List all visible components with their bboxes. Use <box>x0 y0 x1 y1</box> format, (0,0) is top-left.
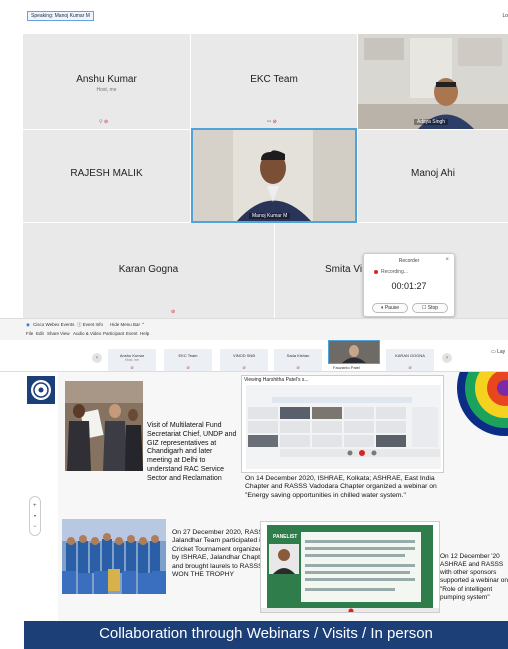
ozone-globe-graphic <box>447 372 508 452</box>
hide-menu-bar-button[interactable]: Hide Menu Bar ⌃ <box>110 322 145 328</box>
layout-button[interactable]: Lo <box>502 13 508 19</box>
participant-name: Karan Gogna <box>118 264 179 275</box>
participant-video[interactable]: Aditya Singh <box>358 34 508 129</box>
strip-participant-name: KARAN GOGNA <box>395 353 425 358</box>
webinar-dec14-caption: On 14 December 2020, ISHRAE, Kolkata; AS… <box>245 475 437 499</box>
webinar-screenshot: Viewing Harshitha Patel's s... <box>241 375 444 473</box>
participant-name: RAJESH MALIK <box>70 168 143 179</box>
layout-toggle-button[interactable]: ▭ Lay <box>491 349 505 355</box>
participant-strip: ‹ Anshu Kumar Host, me ⊘ EKC Team ⊘ VINO… <box>0 340 508 372</box>
close-icon[interactable]: × <box>445 257 449 263</box>
participant-tile[interactable]: EKC Team ⚯ ⊘ <box>191 34 357 129</box>
menu-audio-video[interactable]: Audio & Video <box>73 331 101 336</box>
webex-logo-icon: ◉ <box>26 322 30 327</box>
participant-tile[interactable]: RAJESH MALIK <box>23 130 190 222</box>
menu-view[interactable]: View <box>60 331 70 336</box>
slide-left-rail: + • − <box>24 372 58 649</box>
slide-footer: Collaboration through Webinars / Visits … <box>24 621 508 649</box>
strip-participant[interactable]: Anshu Kumar Host, me ⊘ <box>108 349 156 371</box>
zoom-in-icon[interactable]: + <box>33 503 37 509</box>
strip-participant[interactable]: KARAN GOGNA ⊘ <box>386 349 434 371</box>
panelist-screenshot: PANELIST <box>260 521 440 613</box>
participant-name: Manoj Ahi <box>411 168 455 179</box>
dot-icon: • <box>34 514 37 520</box>
menu-share[interactable]: Share <box>47 331 59 336</box>
cricket-caption: On 27 December 2020, RASSS Jalandhar Tea… <box>172 529 268 579</box>
webinar-dec12-caption: On 12 December '20 ASHRAE and RASSS with… <box>440 553 508 601</box>
participant-name: EKC Team <box>250 74 298 85</box>
menu-edit[interactable]: Edit <box>36 331 44 336</box>
participant-name: Manoj Kumar M <box>249 213 291 219</box>
muted-mic-icon: ⊘ <box>242 365 246 370</box>
visit-caption: Visit of Multilateral Fund Secretariat C… <box>147 422 237 482</box>
event-info-label: Event Info <box>82 322 104 327</box>
recording-status-text: Recording... <box>381 269 408 275</box>
layout-toggle-label: Lay <box>497 349 506 355</box>
active-speaker-video[interactable]: Manoj Kumar M <box>191 128 357 223</box>
recording-timer: 00:01:27 <box>391 281 427 291</box>
recorder-panel: Recorder × Recording... 00:01:27 ⏸ Pause… <box>363 253 455 317</box>
scroll-right-icon[interactable]: › <box>442 353 452 363</box>
participant-name: Aditya Singh <box>414 119 449 125</box>
panelist-label: PANELIST <box>273 534 298 540</box>
menu-file[interactable]: File <box>26 331 33 336</box>
meeting-window: Speaking: Manoj Kumar M Lo Anshu Kumar H… <box>0 0 508 318</box>
scroll-left-icon[interactable]: ‹ <box>92 353 102 363</box>
screenshot: Speaking: Manoj Kumar M Lo Anshu Kumar H… <box>0 0 508 649</box>
recording-status: Recording... <box>374 269 408 275</box>
webex-menu-bar: ◉ Cisco Webex Events ⓘ Event Info Hide M… <box>0 318 508 340</box>
muted-mic-icon: ⊘ <box>296 365 300 370</box>
recording-dot-icon <box>374 269 378 274</box>
video-frame-speaker <box>193 130 355 221</box>
slide-nav-control[interactable]: + • − <box>29 496 41 536</box>
muted-mic-icon: ⊘ <box>186 365 190 370</box>
menu-help[interactable]: Help <box>140 331 149 336</box>
cricket-team-photo <box>62 519 166 594</box>
pause-button[interactable]: ⏸ Pause <box>372 303 408 313</box>
zoom-out-icon[interactable]: − <box>33 524 37 530</box>
menu-event[interactable]: Event <box>126 331 138 336</box>
recorder-title: Recorder <box>398 258 420 264</box>
strip-participant[interactable]: Sada Kishan ⊘ <box>274 349 322 371</box>
menu-participant[interactable]: Participant <box>103 331 124 336</box>
muted-mic-icon: ⊘ <box>130 365 134 370</box>
strip-participant-role: Host, me <box>124 358 139 362</box>
strip-participant-name: Fauzanto Patel <box>333 365 360 370</box>
video-frame-thumbnail <box>329 341 379 363</box>
strip-participant-name: EKC Team <box>178 353 198 358</box>
muted-mic-icon: ⚲ ⊘ <box>99 119 109 125</box>
webinar-grid-image <box>246 385 441 469</box>
ozone-globe-image <box>447 372 508 452</box>
stop-button[interactable]: ☐ Stop <box>412 303 448 313</box>
participant-tile[interactable]: Manoj Ahi <box>358 130 508 222</box>
participant-tile[interactable]: Karan Gogna ⊘ <box>23 223 274 318</box>
participant-name: Anshu Kumar <box>76 74 137 85</box>
strip-participant-name: VINOD SNB <box>232 353 255 358</box>
muted-mic-icon: ⚯ ⊘ <box>267 119 277 125</box>
participant-tile[interactable]: Anshu Kumar Host, me ⚲ ⊘ <box>23 34 190 129</box>
visit-photo-image <box>65 381 143 471</box>
muted-mic-icon: ⊘ <box>408 365 412 370</box>
strip-participant[interactable]: EKC Team ⊘ <box>164 349 212 371</box>
speaking-indicator: Speaking: Manoj Kumar M <box>27 11 94 21</box>
cricket-team-image <box>62 519 166 594</box>
video-frame-office <box>358 34 508 129</box>
organization-logo <box>27 376 55 404</box>
participant-role: Host, me <box>96 87 117 93</box>
viewing-label: Viewing Harshitha Patel's s... <box>244 377 309 383</box>
muted-mic-icon: ⊘ <box>171 309 176 315</box>
shared-slide: + • − Visit of Multilateral Fund Secreta… <box>24 372 508 649</box>
strip-participant[interactable]: VINOD SNB ⊘ <box>220 349 268 371</box>
strip-participant-name: Sada Kishan <box>286 353 310 358</box>
event-info-link[interactable]: ⓘ Event Info <box>77 322 103 328</box>
slide-footer-title: Collaboration through Webinars / Visits … <box>99 625 433 642</box>
strip-participant-video[interactable]: Fauzanto Patel <box>328 340 380 370</box>
app-title: Cisco Webex Events <box>33 322 75 327</box>
visit-photo <box>65 381 143 471</box>
